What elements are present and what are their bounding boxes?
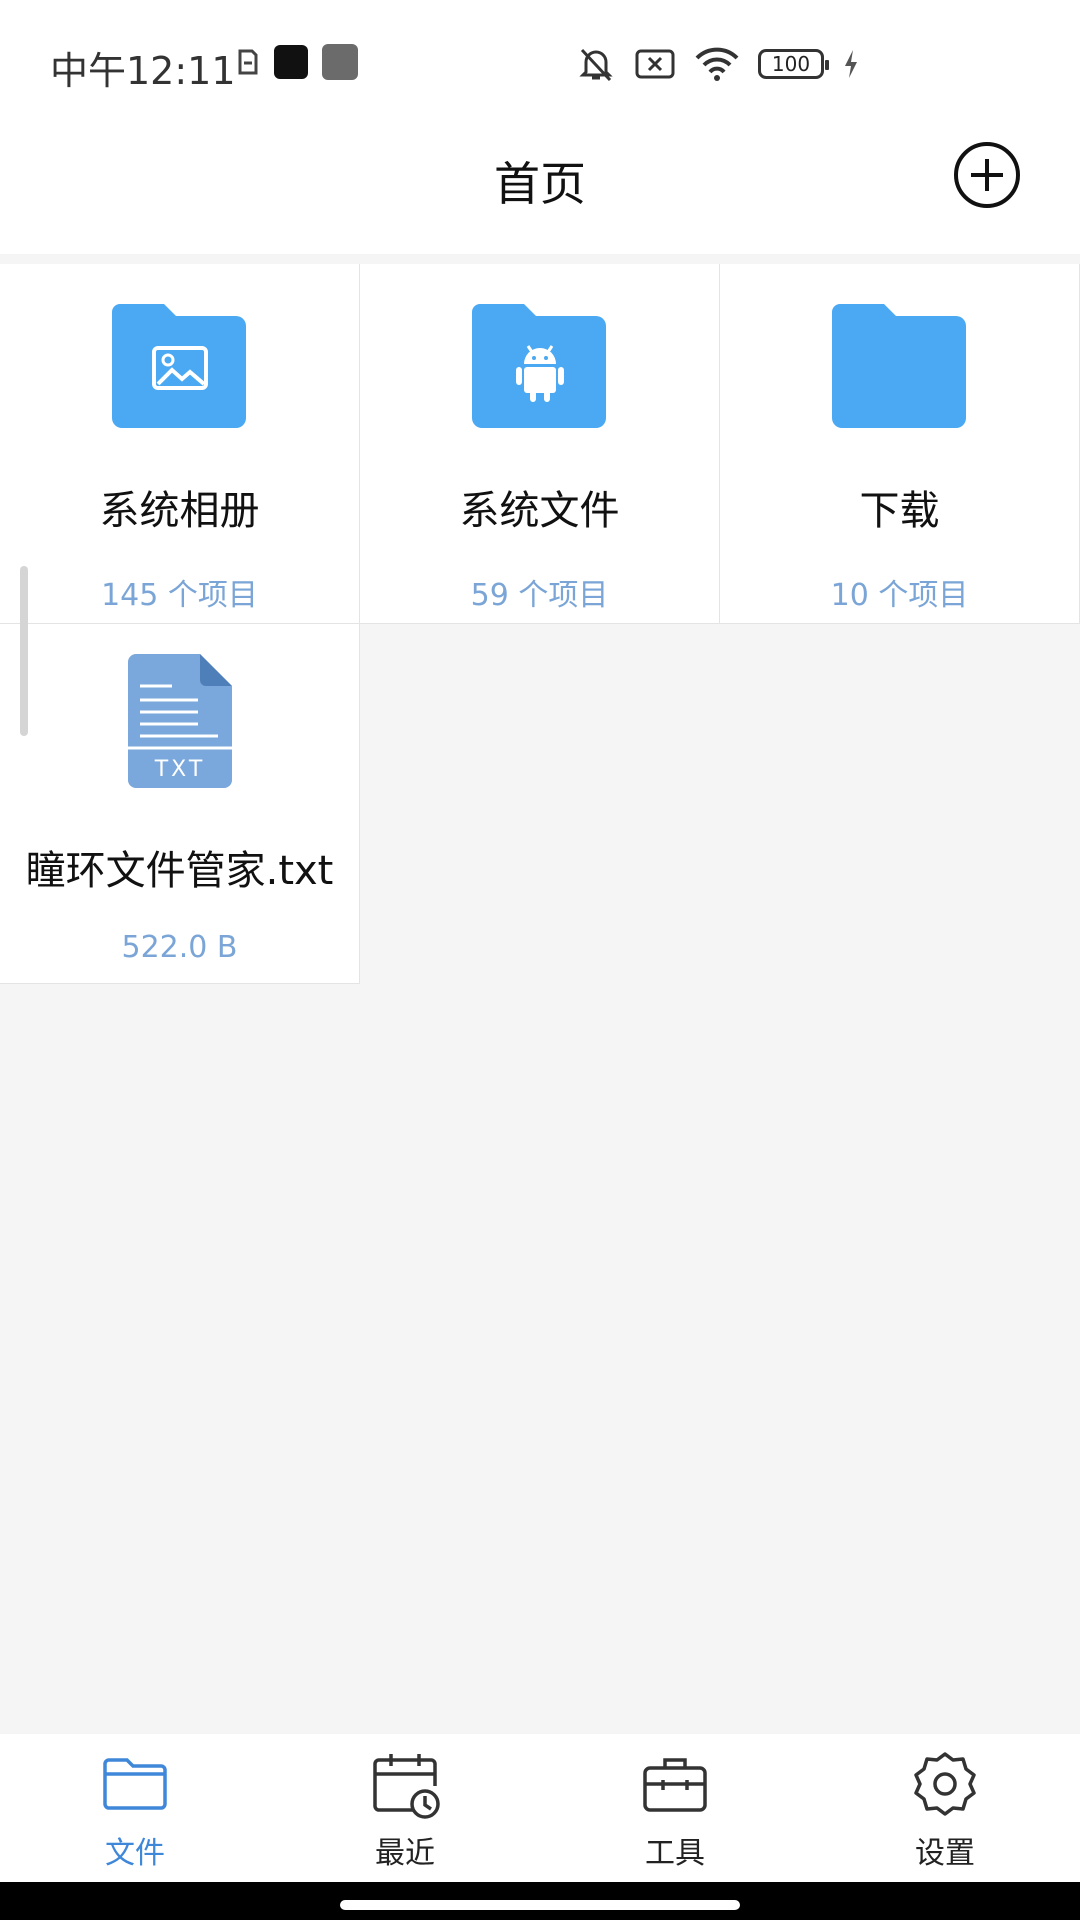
scrollbar-thumb[interactable] — [20, 566, 28, 736]
status-right-icons: 100 — [576, 44, 860, 84]
page-title: 首页 — [494, 157, 586, 211]
item-count: 59 个项目 — [470, 578, 609, 613]
sim-icon — [238, 49, 258, 75]
folder-image-icon — [0, 304, 359, 434]
battery-level: 100 — [771, 52, 811, 76]
folder-android-icon — [360, 304, 719, 434]
grid-item-downloads[interactable]: 下载 10 个项目 — [720, 264, 1080, 624]
add-button[interactable] — [953, 141, 1021, 209]
battery-icon: 100 — [758, 49, 829, 79]
status-bar: 中午12:11 100 — [0, 0, 1080, 118]
grid-item-system-album[interactable]: 系统相册 145 个项目 — [0, 264, 360, 624]
item-name: 下载 — [859, 488, 940, 534]
folder-icon — [720, 304, 1079, 434]
txt-file-icon: TXT — [0, 654, 359, 788]
no-sim-icon — [635, 49, 675, 79]
nav-label: 文件 — [105, 1836, 165, 1871]
nav-item-settings[interactable]: 设置 — [810, 1748, 1080, 1878]
home-gesture-handle[interactable] — [340, 1900, 740, 1910]
txt-icon-label: TXT — [153, 757, 205, 782]
charging-icon — [845, 50, 857, 78]
item-name: 系统相册 — [99, 488, 260, 534]
item-name: 瞳环文件管家.txt — [25, 848, 334, 894]
nav-item-recent[interactable]: 最近 — [270, 1748, 540, 1878]
folder-icon — [103, 1758, 167, 1810]
gear-icon — [914, 1752, 976, 1816]
nav-label: 最近 — [375, 1836, 435, 1871]
nav-item-tools[interactable]: 工具 — [540, 1748, 810, 1878]
bottom-nav: 文件 最近 工具 设置 — [0, 1734, 1080, 1882]
toolbox-icon — [643, 1758, 707, 1812]
nav-label: 设置 — [915, 1836, 975, 1871]
wifi-icon — [695, 47, 739, 81]
status-time: 中午12:11 — [50, 49, 236, 93]
grid-item-system-files[interactable]: 系统文件 59 个项目 — [360, 264, 720, 624]
item-size: 522.0 B — [121, 930, 238, 965]
grid-item-txt-file[interactable]: TXT 瞳环文件管家.txt 522.0 B — [0, 624, 360, 984]
app-header: 首页 — [0, 118, 1080, 254]
item-count: 145 个项目 — [101, 578, 258, 613]
status-left-icons — [236, 44, 358, 80]
notification-black-icon — [274, 45, 308, 79]
item-count: 10 个项目 — [830, 578, 969, 613]
mute-icon — [579, 48, 613, 82]
item-name: 系统文件 — [459, 488, 620, 534]
calendar-clock-icon — [373, 1754, 440, 1819]
nav-item-files[interactable]: 文件 — [0, 1748, 270, 1878]
nav-label: 工具 — [645, 1836, 705, 1871]
plus-circle-icon — [954, 142, 1020, 208]
notification-gray-icon — [322, 44, 358, 80]
